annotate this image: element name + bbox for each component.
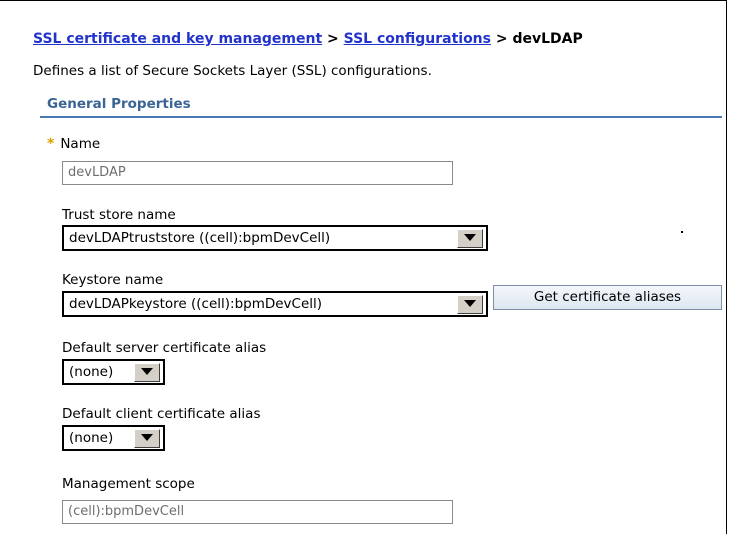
stray-dot — [681, 231, 683, 233]
name-label: Name — [60, 136, 101, 152]
content-frame — [0, 0, 727, 534]
get-certificate-aliases-button[interactable]: Get certificate aliases — [493, 285, 722, 310]
keystore-select[interactable]: devLDAPkeystore ((cell):bpmDevCell) — [62, 291, 488, 317]
breadcrumb: SSL certificate and key management > SSL… — [33, 31, 583, 47]
server-alias-select[interactable]: (none) — [62, 359, 165, 385]
name-field[interactable]: devLDAP — [62, 161, 453, 185]
management-scope-field[interactable]: (cell):bpmDevCell — [62, 500, 453, 524]
breadcrumb-separator: > — [495, 31, 508, 47]
chevron-down-icon[interactable] — [457, 229, 483, 248]
breadcrumb-current: devLDAP — [512, 31, 583, 47]
chevron-down-icon[interactable] — [457, 295, 483, 314]
client-alias-label: Default client certificate alias — [62, 406, 261, 422]
client-alias-select[interactable]: (none) — [62, 425, 165, 451]
page-description: Defines a list of Secure Sockets Layer (… — [33, 63, 432, 79]
management-scope-label: Management scope — [62, 476, 195, 492]
trust-store-value: devLDAPtruststore ((cell):bpmDevCell) — [69, 230, 331, 246]
client-alias-value: (none) — [69, 430, 114, 446]
breadcrumb-link-ssl-configurations[interactable]: SSL configurations — [344, 31, 491, 47]
server-alias-label: Default server certificate alias — [62, 340, 267, 356]
chevron-down-icon[interactable] — [134, 429, 160, 448]
trust-store-label: Trust store name — [62, 207, 176, 223]
chevron-down-icon[interactable] — [134, 363, 160, 382]
keystore-value: devLDAPkeystore ((cell):bpmDevCell) — [69, 296, 323, 312]
keystore-label: Keystore name — [62, 272, 164, 288]
asterisk-icon: * — [47, 136, 55, 152]
server-alias-value: (none) — [69, 364, 114, 380]
section-title: General Properties — [47, 96, 191, 112]
trust-store-select[interactable]: devLDAPtruststore ((cell):bpmDevCell) — [62, 225, 488, 251]
name-label-row: * Name — [47, 136, 100, 152]
section-divider — [40, 116, 722, 118]
breadcrumb-link-ssl-key-management[interactable]: SSL certificate and key management — [33, 31, 322, 47]
breadcrumb-separator: > — [327, 31, 339, 47]
